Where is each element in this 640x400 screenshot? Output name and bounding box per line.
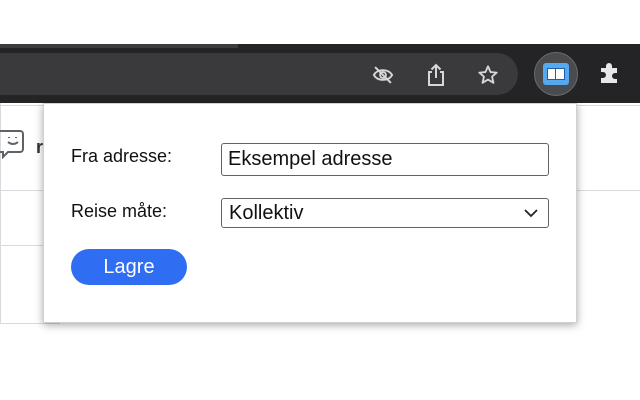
feedback-icon bbox=[0, 125, 24, 160]
extensions-button[interactable] bbox=[588, 52, 632, 96]
extension-active-button[interactable] bbox=[534, 52, 578, 96]
puzzle-icon bbox=[597, 59, 623, 90]
browser-toolbar bbox=[0, 44, 640, 103]
eye-off-icon[interactable] bbox=[372, 64, 394, 86]
browser-top-strip bbox=[0, 0, 640, 44]
star-icon[interactable] bbox=[477, 64, 499, 86]
from-address-label: Fra adresse: bbox=[71, 146, 173, 166]
chevron-down-icon bbox=[520, 202, 542, 224]
from-address-input[interactable] bbox=[221, 143, 549, 176]
background-text: r bbox=[36, 137, 44, 157]
tab-strip-edge bbox=[0, 44, 238, 48]
save-button[interactable]: Lagre bbox=[71, 249, 187, 285]
divider bbox=[0, 323, 60, 324]
extension-active-icon bbox=[543, 63, 569, 85]
extension-popup: Fra adresse: Reise måte: Kollektiv Lagre bbox=[43, 103, 577, 323]
address-bar[interactable] bbox=[0, 53, 518, 95]
share-icon[interactable] bbox=[425, 63, 447, 86]
travel-mode-value: Kollektiv bbox=[229, 201, 304, 224]
travel-mode-select[interactable]: Kollektiv bbox=[221, 198, 549, 228]
travel-mode-label: Reise måte: bbox=[71, 201, 168, 221]
